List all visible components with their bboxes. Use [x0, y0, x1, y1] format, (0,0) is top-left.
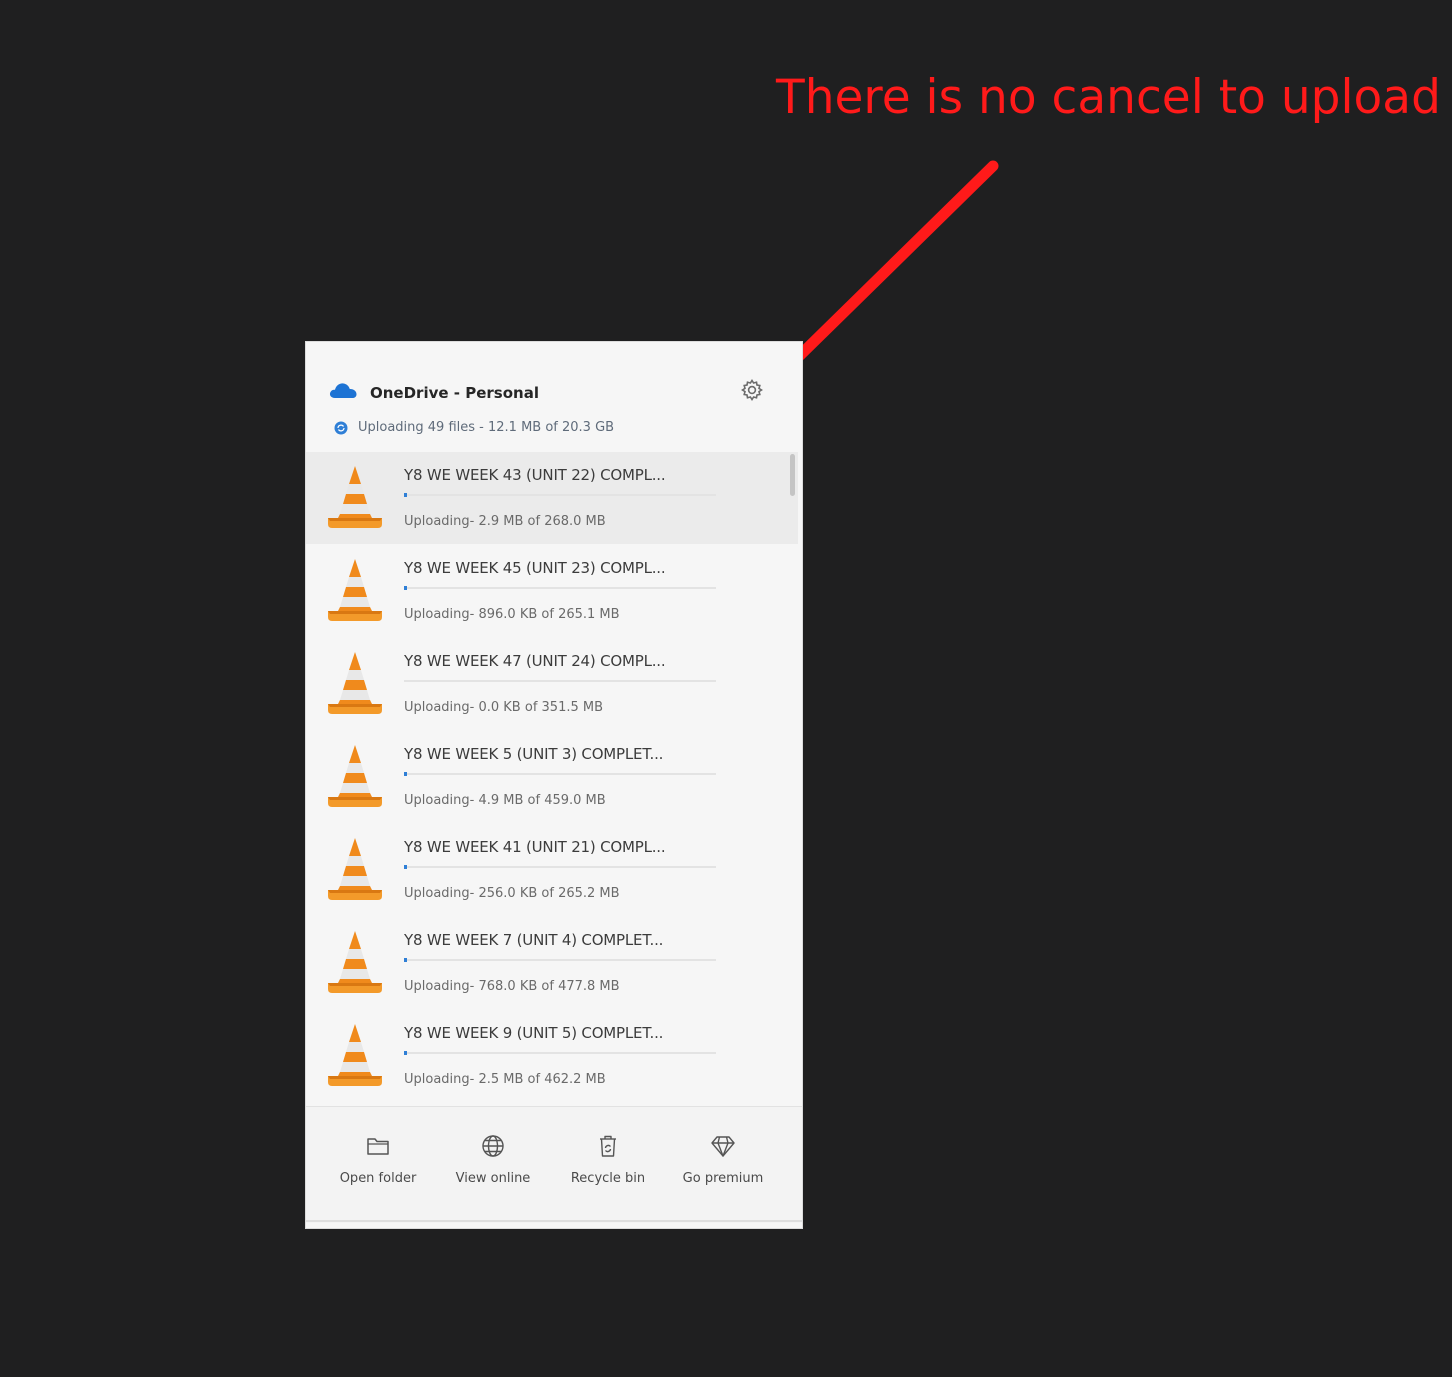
upload-progress-bar	[404, 680, 716, 682]
diamond-icon	[711, 1136, 735, 1157]
file-status: Uploading- 768.0 KB of 477.8 MB	[404, 979, 620, 994]
view-online-button[interactable]: View online	[437, 1127, 549, 1197]
go-premium-label: Go premium	[682, 1171, 764, 1186]
folder-icon	[367, 1138, 389, 1155]
upload-progress-fill	[404, 772, 408, 776]
panel-header: OneDrive - Personal Uploading 49 files -…	[306, 342, 802, 452]
vlc-cone-icon	[328, 838, 382, 900]
file-status: Uploading- 0.0 KB of 351.5 MB	[404, 700, 604, 715]
go-premium-button[interactable]: Go premium	[667, 1127, 779, 1197]
upload-progress-fill	[404, 493, 408, 497]
upload-progress-bar	[404, 493, 716, 497]
file-name: Y8 WE WEEK 43 (UNIT 22) COMPL...	[404, 466, 666, 484]
list-scrollbar[interactable]	[790, 454, 795, 496]
vlc-cone-icon	[328, 931, 382, 993]
file-item[interactable]: Y8 WE WEEK 7 (UNIT 4) COMPLET... Uploadi…	[306, 917, 798, 1009]
panel-footer: Open folder View online Recycle bin Go p…	[306, 1106, 802, 1223]
upload-progress-fill	[404, 1051, 407, 1055]
file-item[interactable]: Y8 WE WEEK 41 (UNIT 21) COMPL... Uploadi…	[306, 824, 798, 916]
open-folder-button[interactable]: Open folder	[322, 1127, 434, 1197]
vlc-cone-icon	[328, 1024, 382, 1086]
file-status: Uploading- 2.5 MB of 462.2 MB	[404, 1072, 606, 1087]
upload-progress-bar	[404, 958, 716, 962]
view-online-label: View online	[455, 1171, 531, 1186]
recycle-bin-icon	[600, 1135, 616, 1157]
file-item[interactable]: Y8 WE WEEK 9 (UNIT 5) COMPLET... Uploadi…	[306, 1010, 798, 1102]
file-item[interactable]: Y8 WE WEEK 5 (UNIT 3) COMPLET... Uploadi…	[306, 731, 798, 823]
upload-progress-fill	[404, 865, 407, 869]
gear-icon[interactable]	[740, 378, 764, 402]
file-name: Y8 WE WEEK 41 (UNIT 21) COMPL...	[404, 838, 666, 856]
file-status: Uploading- 4.9 MB of 459.0 MB	[404, 793, 606, 808]
file-name: Y8 WE WEEK 47 (UNIT 24) COMPL...	[404, 652, 666, 670]
file-item[interactable]: Y8 WE WEEK 47 (UNIT 24) COMPL... Uploadi…	[306, 638, 798, 730]
upload-file-list: Y8 WE WEEK 43 (UNIT 22) COMPL... Uploadi…	[306, 452, 798, 1102]
file-item[interactable]: Y8 WE WEEK 45 (UNIT 23) COMPL... Uploadi…	[306, 545, 798, 637]
open-folder-label: Open folder	[339, 1171, 417, 1186]
panel-bottom-edge	[306, 1220, 802, 1222]
globe-icon	[482, 1135, 504, 1157]
vlc-cone-icon	[328, 466, 382, 528]
cloud-icon	[329, 383, 357, 398]
vlc-cone-icon	[328, 745, 382, 807]
upload-progress-bar	[404, 586, 716, 590]
file-status: Uploading- 2.9 MB of 268.0 MB	[404, 514, 606, 529]
recycle-bin-button[interactable]: Recycle bin	[552, 1127, 664, 1197]
recycle-bin-label: Recycle bin	[570, 1171, 646, 1186]
annotation-text: There is no cancel to upload	[776, 70, 1441, 125]
sync-icon	[334, 421, 348, 435]
file-name: Y8 WE WEEK 5 (UNIT 3) COMPLET...	[404, 745, 664, 763]
upload-progress-fill	[404, 958, 407, 962]
file-name: Y8 WE WEEK 9 (UNIT 5) COMPLET...	[404, 1024, 664, 1042]
file-status: Uploading- 896.0 KB of 265.1 MB	[404, 607, 620, 622]
file-status: Uploading- 256.0 KB of 265.2 MB	[404, 886, 620, 901]
screenshot-stage: There is no cancel to upload OneDrive - …	[0, 0, 1452, 1377]
file-name: Y8 WE WEEK 7 (UNIT 4) COMPLET...	[404, 931, 664, 949]
file-name: Y8 WE WEEK 45 (UNIT 23) COMPL...	[404, 559, 666, 577]
sync-status: Uploading 49 files - 12.1 MB of 20.3 GB	[358, 420, 615, 435]
upload-progress-bar	[404, 1051, 716, 1055]
upload-progress-bar	[404, 772, 716, 776]
upload-progress-bar	[404, 865, 716, 869]
vlc-cone-icon	[328, 559, 382, 621]
onedrive-flyout: OneDrive - Personal Uploading 49 files -…	[305, 341, 803, 1229]
vlc-cone-icon	[328, 652, 382, 714]
file-item[interactable]: Y8 WE WEEK 43 (UNIT 22) COMPL... Uploadi…	[306, 452, 798, 544]
upload-progress-fill	[404, 586, 407, 590]
account-name: OneDrive - Personal	[370, 384, 539, 402]
